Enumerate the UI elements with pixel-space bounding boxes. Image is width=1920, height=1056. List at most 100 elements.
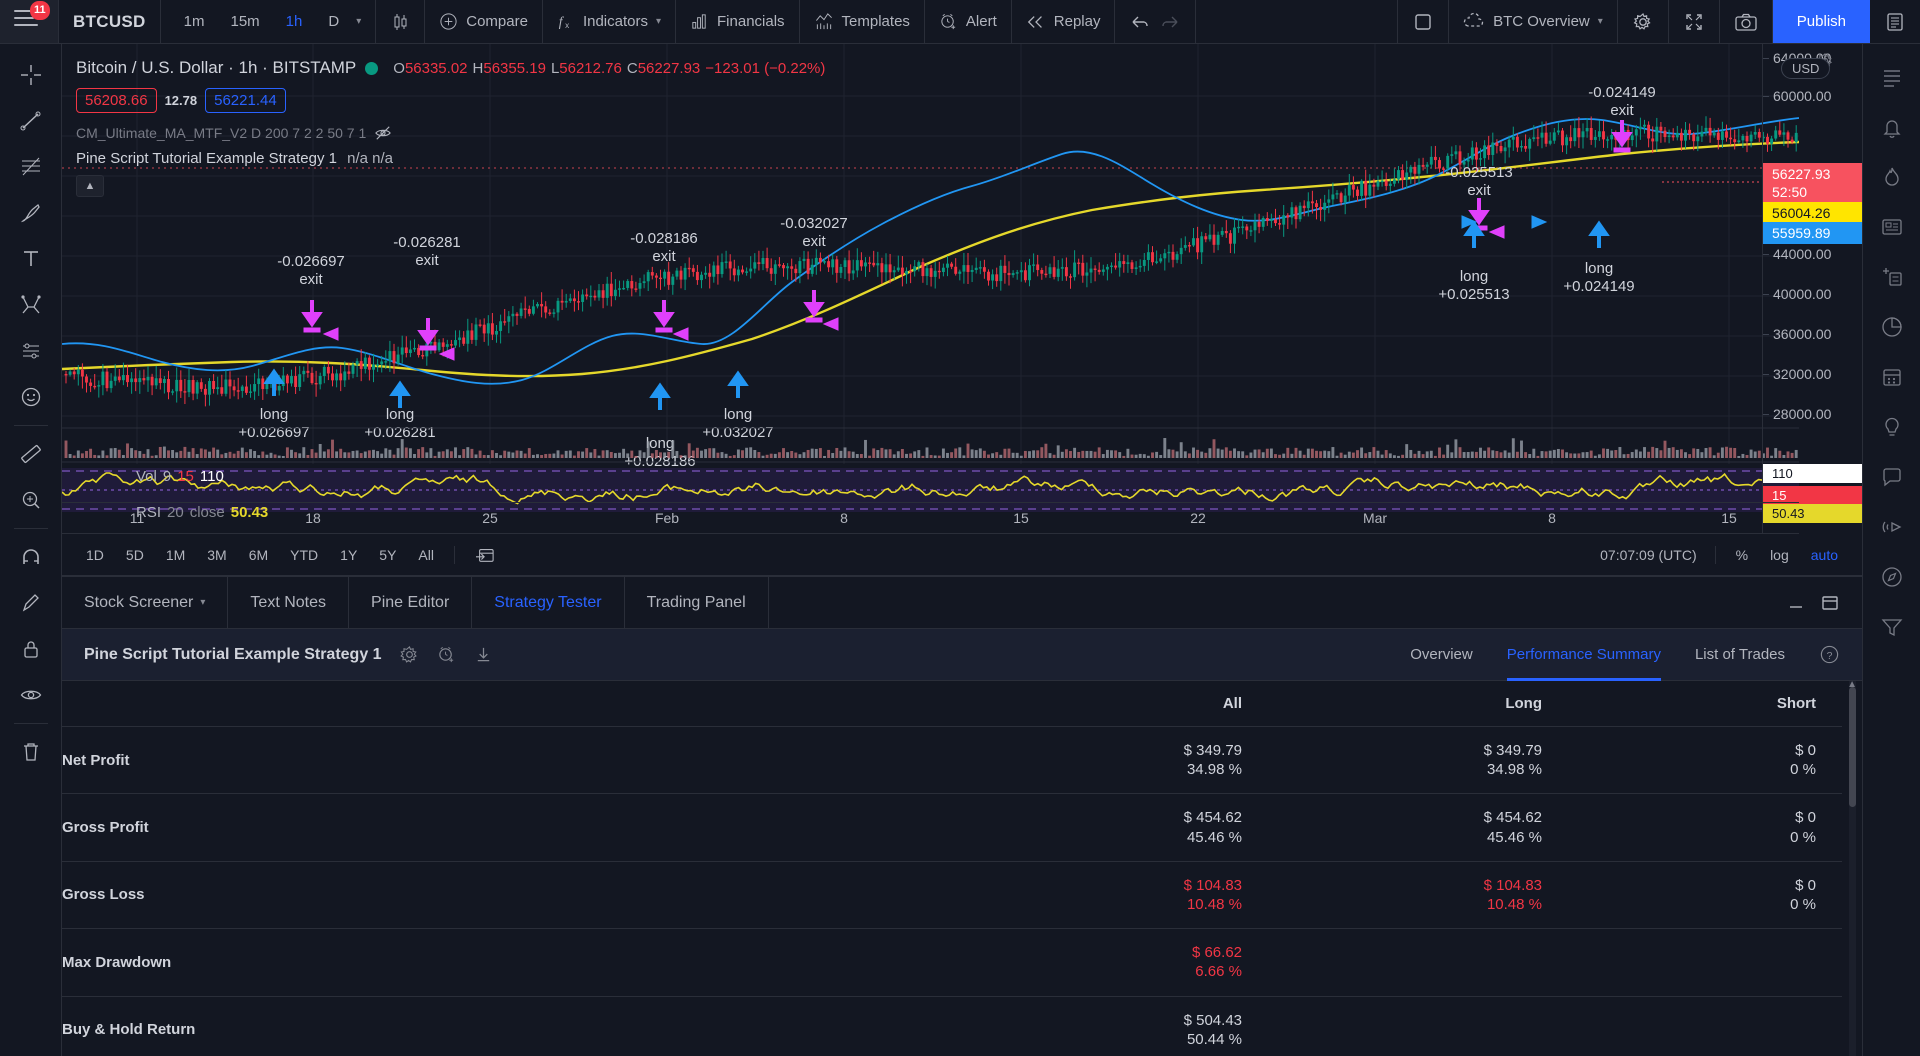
cell-long <box>1242 996 1542 1056</box>
watchlist-button[interactable] <box>1870 52 1914 102</box>
brush-tool[interactable] <box>8 190 54 236</box>
auto-scale-button[interactable]: auto <box>1801 542 1848 568</box>
measure-tool[interactable] <box>8 431 54 477</box>
chevron-down-icon[interactable]: ▾ <box>200 597 205 608</box>
cell-all: $ 66.626.66 % <box>942 929 1242 996</box>
chevron-down-icon[interactable]: ▾ <box>356 16 361 27</box>
undo-icon[interactable] <box>1129 13 1151 31</box>
tab-trading-panel[interactable]: Trading Panel <box>625 577 769 628</box>
range-1m[interactable]: 1M <box>156 542 195 568</box>
drawing-mode-tool[interactable] <box>8 580 54 626</box>
compass-button[interactable] <box>1870 552 1914 602</box>
ideas-button[interactable] <box>1870 402 1914 452</box>
log-scale-button[interactable]: log <box>1760 542 1799 568</box>
zoom-in-tool[interactable] <box>8 477 54 523</box>
text-tool[interactable] <box>8 236 54 282</box>
remove-drawings-tool[interactable] <box>8 729 54 775</box>
currency-chip[interactable]: USD <box>1781 58 1830 79</box>
minimize-panel-button[interactable] <box>1786 593 1806 613</box>
performance-table-wrap[interactable]: All Long Short Net Profit$ 349.7934.98 %… <box>62 681 1862 1056</box>
hotlist-button[interactable] <box>1870 152 1914 202</box>
calendar-button[interactable] <box>1870 352 1914 402</box>
volume-legend[interactable]: Vol 9 15 110 <box>136 468 224 485</box>
alerts-button[interactable] <box>1870 102 1914 152</box>
range-6m[interactable]: 6M <box>239 542 278 568</box>
table-row[interactable]: Max Drawdown$ 66.626.66 % <box>62 929 1842 996</box>
symbol-search-button[interactable]: BTCUSD <box>59 0 161 43</box>
range-all[interactable]: All <box>408 542 444 568</box>
table-row[interactable]: Net Profit$ 349.7934.98 %$ 349.7934.98 %… <box>62 727 1842 794</box>
strategy-export-button[interactable] <box>474 645 493 664</box>
timeframe-1m[interactable]: 1m <box>175 13 214 30</box>
trend-line-tool[interactable] <box>8 98 54 144</box>
saved-layout-button[interactable]: BTC Overview ▾ <box>1449 0 1618 43</box>
range-5d[interactable]: 5D <box>116 542 154 568</box>
table-row[interactable]: Buy & Hold Return$ 504.4350.44 % <box>62 996 1842 1056</box>
right-panel-toggle[interactable] <box>1870 0 1920 43</box>
scroll-up-icon[interactable]: ▲ <box>1847 681 1857 690</box>
fullscreen-button[interactable] <box>1669 0 1720 43</box>
emoji-tool[interactable] <box>8 374 54 420</box>
volume-legend-p1: 9 <box>163 468 171 485</box>
magnet-tool[interactable] <box>8 534 54 580</box>
metric-label: Gross Loss <box>62 861 942 928</box>
range-1y[interactable]: 1Y <box>330 542 367 568</box>
news-button[interactable] <box>1870 202 1914 252</box>
chevron-down-icon[interactable]: ▾ <box>656 16 661 27</box>
rsi-legend[interactable]: RSI 20 close 50.43 <box>136 504 268 521</box>
range-3m[interactable]: 3M <box>197 542 236 568</box>
forecast-tool[interactable] <box>8 328 54 374</box>
compare-button[interactable]: Compare <box>425 0 543 43</box>
legend-collapse-button[interactable]: ▲ <box>76 175 104 197</box>
hotlists-pie-button[interactable] <box>1870 302 1914 352</box>
table-row[interactable]: Gross Loss$ 104.8310.48 %$ 104.8310.48 %… <box>62 861 1842 928</box>
scrollbar-thumb[interactable] <box>1849 687 1856 807</box>
indicators-button[interactable]: f x Indicators ▾ <box>543 0 676 43</box>
subtab-performance-summary[interactable]: Performance Summary <box>1507 629 1661 681</box>
chart-type-button[interactable] <box>376 0 425 43</box>
snapshot-button[interactable] <box>1720 0 1773 43</box>
fib-tool[interactable] <box>8 144 54 190</box>
range-1d[interactable]: 1D <box>76 542 114 568</box>
redo-icon[interactable] <box>1159 13 1181 31</box>
percent-scale-button[interactable]: % <box>1726 542 1758 568</box>
range-ytd[interactable]: YTD <box>280 542 328 568</box>
main-menu-button[interactable]: 11 <box>0 0 59 43</box>
timeframe-15m[interactable]: 15m <box>221 13 268 30</box>
help-button[interactable]: ? <box>1819 644 1840 665</box>
tab-stock-screener[interactable]: Stock Screener ▾ <box>62 577 228 628</box>
tab-text-notes[interactable]: Text Notes <box>228 577 349 628</box>
stream-button[interactable] <box>1870 502 1914 552</box>
chevron-down-icon[interactable]: ▾ <box>1598 16 1603 27</box>
price-chart-canvas[interactable]: -0.026697exit -0.026281exit -0.028186exi… <box>62 44 1799 534</box>
subtab-list-of-trades[interactable]: List of Trades <box>1695 629 1785 681</box>
templates-button[interactable]: Templates <box>800 0 925 43</box>
publish-button[interactable]: Publish <box>1773 0 1870 43</box>
subtab-overview[interactable]: Overview <box>1410 629 1473 681</box>
chart-area[interactable]: -0.026697exit -0.026281exit -0.028186exi… <box>62 44 1862 576</box>
goto-date-button[interactable] <box>465 541 505 569</box>
layout-select-button[interactable] <box>1398 0 1449 43</box>
time-scale[interactable]: 11 18 25 Feb 8 15 22 Mar 8 15 <box>62 502 1799 534</box>
financials-button[interactable]: Financials <box>676 0 800 43</box>
chat-button[interactable] <box>1870 452 1914 502</box>
tab-pine-editor[interactable]: Pine Editor <box>349 577 472 628</box>
timeframe-d[interactable]: D <box>319 13 348 30</box>
data-window-button[interactable] <box>1870 252 1914 302</box>
cursor-tool[interactable] <box>8 52 54 98</box>
maximize-panel-button[interactable] <box>1820 593 1840 613</box>
table-row[interactable]: Gross Profit$ 454.6245.46 %$ 454.6245.46… <box>62 794 1842 861</box>
strategy-alert-button[interactable] <box>437 645 456 664</box>
replay-button[interactable]: Replay <box>1012 0 1116 43</box>
timeframe-1h[interactable]: 1h <box>277 13 312 30</box>
alert-button[interactable]: Alert <box>925 0 1012 43</box>
screener-button[interactable] <box>1870 602 1914 652</box>
patterns-tool[interactable] <box>8 282 54 328</box>
lock-tool[interactable] <box>8 626 54 672</box>
settings-button[interactable] <box>1618 0 1669 43</box>
strategy-settings-button[interactable] <box>400 645 419 664</box>
price-scale[interactable]: USD 64000.00 60000.00 48000.00 44000.00 … <box>1762 44 1862 534</box>
hide-drawings-tool[interactable] <box>8 672 54 718</box>
range-5y[interactable]: 5Y <box>369 542 406 568</box>
tab-strategy-tester[interactable]: Strategy Tester <box>472 577 624 628</box>
